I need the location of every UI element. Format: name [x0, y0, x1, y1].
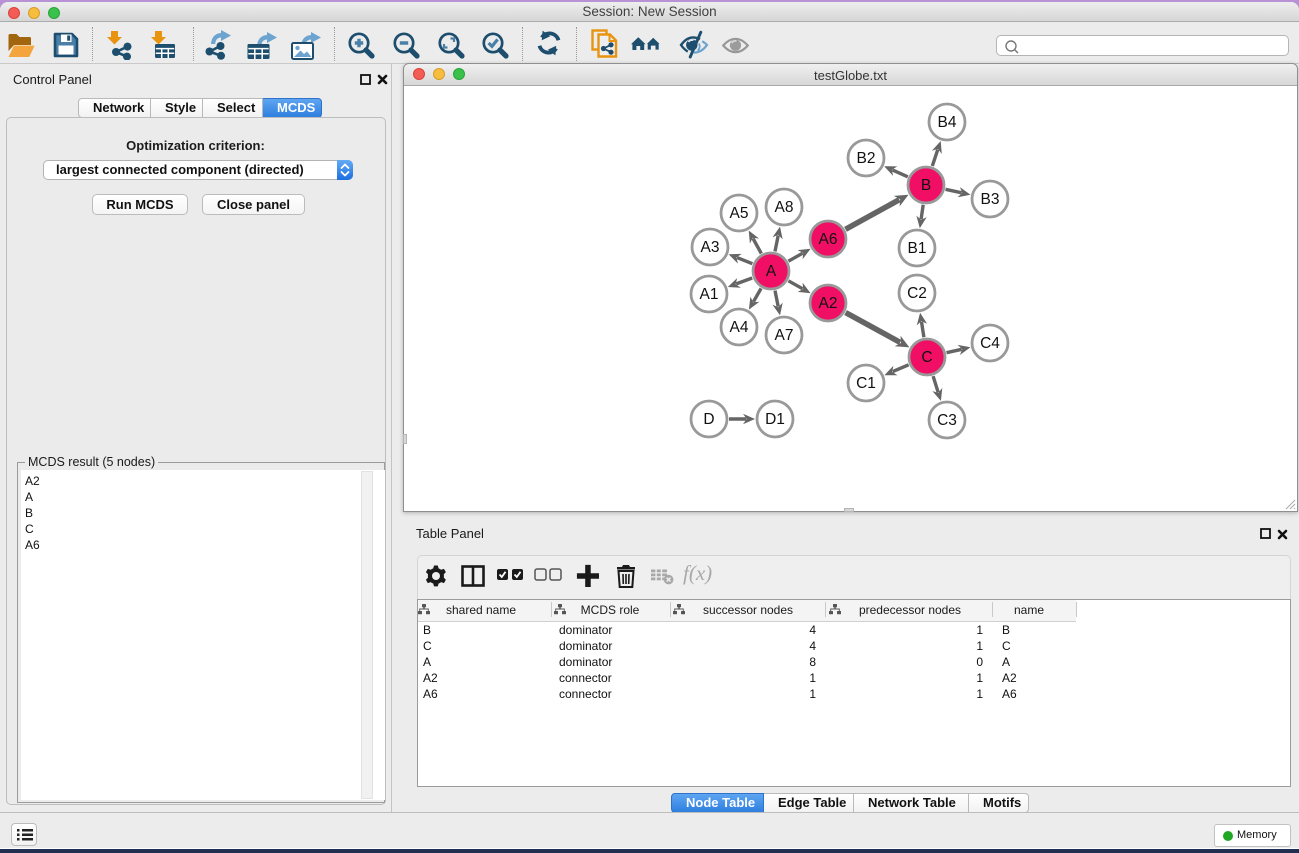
svg-text:C1: C1 [856, 375, 876, 392]
svg-text:f(x): f(x) [683, 562, 712, 585]
svg-text:B1: B1 [908, 240, 927, 257]
svg-text:C4: C4 [980, 335, 1000, 352]
svg-text:D: D [703, 411, 714, 428]
svg-text:B4: B4 [938, 114, 957, 131]
svg-text:C3: C3 [937, 412, 957, 429]
svg-text:A3: A3 [701, 239, 720, 256]
svg-text:B: B [921, 177, 931, 194]
svg-text:A1: A1 [700, 286, 719, 303]
svg-text:A2: A2 [819, 295, 838, 312]
svg-text:A: A [766, 263, 777, 280]
svg-text:A4: A4 [730, 319, 749, 336]
svg-text:C: C [921, 349, 932, 366]
svg-text:A8: A8 [775, 199, 794, 216]
svg-text:A6: A6 [819, 231, 838, 248]
svg-text:D1: D1 [765, 411, 785, 428]
svg-text:C2: C2 [907, 285, 927, 302]
svg-text:A5: A5 [730, 205, 749, 222]
svg-text:B2: B2 [857, 150, 876, 167]
svg-text:A7: A7 [775, 327, 794, 344]
svg-text:B3: B3 [981, 191, 1000, 208]
